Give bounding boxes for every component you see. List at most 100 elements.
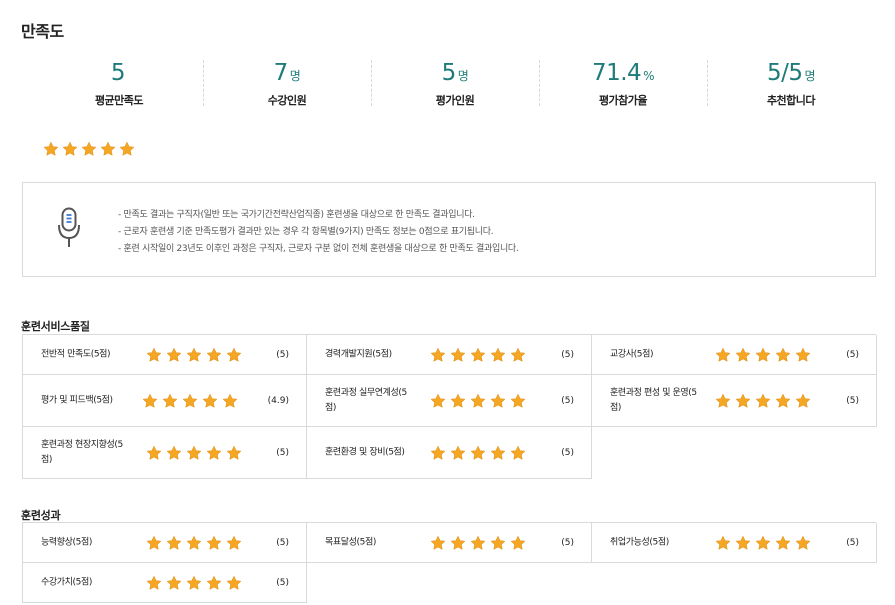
star-icon — [206, 535, 222, 551]
star-icon — [470, 393, 486, 409]
stat-unit: % — [643, 69, 655, 83]
rating-item: 능력향상(5점) (5) — [23, 523, 307, 563]
star-icon — [226, 575, 242, 591]
star-icon — [450, 445, 466, 461]
stat-label: 평균만족도 — [94, 94, 144, 107]
star-icon — [62, 141, 78, 157]
notice-line: - 만족도 결과는 구직자(일반 또는 국가기간전략산업직종) 훈련생을 대상으… — [118, 210, 475, 220]
star-rating — [142, 393, 242, 409]
star-icon — [510, 347, 526, 363]
star-icon — [186, 445, 202, 461]
stat-value: 5/5 — [766, 60, 803, 86]
rating-item-label: 전반적 만족도(5점) — [41, 349, 111, 359]
rating-item: 수강가치(5점) (5) — [23, 563, 307, 603]
star-icon — [510, 535, 526, 551]
outcomes-grid: 능력향상(5점) (5) 목표달성(5점) (5) 취업가능성(5점) (5) … — [22, 522, 877, 603]
rating-item-label: 훈련환경 및 장비(5점) — [325, 447, 405, 457]
section-title-outcomes: 훈련성과 — [21, 509, 61, 522]
star-rating — [146, 535, 246, 551]
overall-star-rating — [43, 141, 138, 157]
rating-item-score: (5) — [276, 349, 289, 360]
rating-item-label: 능력향상(5점) — [41, 537, 92, 547]
star-icon — [450, 535, 466, 551]
star-icon — [430, 535, 446, 551]
empty-cell — [307, 563, 592, 603]
star-icon — [206, 445, 222, 461]
star-icon — [715, 535, 731, 551]
star-icon — [430, 393, 446, 409]
rating-item: 목표달성(5점) (5) — [307, 523, 592, 563]
stat-value: 5 — [110, 60, 126, 86]
empty-cell — [592, 563, 877, 603]
star-icon — [226, 445, 242, 461]
rating-item: 교강사(5점) (5) — [592, 335, 877, 375]
rating-item-score: (4.9) — [267, 395, 289, 406]
page-title: 만족도 — [21, 22, 64, 41]
service-quality-grid: 전반적 만족도(5점) (5) 경력개발지원(5점) (5) 교강사(5점) (… — [22, 334, 877, 479]
stat-recommend: 5/5 명 추천합니다 — [707, 58, 875, 108]
empty-cell — [592, 427, 877, 479]
star-icon — [226, 347, 242, 363]
star-icon — [43, 141, 59, 157]
star-icon — [755, 535, 771, 551]
star-icon — [755, 393, 771, 409]
rating-item-score: (5) — [276, 447, 289, 458]
star-rating — [146, 575, 246, 591]
stat-label: 평가인원 — [435, 94, 475, 107]
notice-box: - 만족도 결과는 구직자(일반 또는 국가기간전략산업직종) 훈련생을 대상으… — [22, 182, 876, 277]
star-icon — [755, 347, 771, 363]
rating-item-score: (5) — [276, 577, 289, 588]
star-icon — [186, 347, 202, 363]
rating-item-label: 평가 및 피드백(5점) — [41, 395, 113, 405]
section-title-service-quality: 훈련서비스품질 — [21, 320, 90, 333]
star-icon — [490, 347, 506, 363]
stat-value: 71.4 — [591, 60, 642, 86]
star-icon — [735, 535, 751, 551]
stat-value: 5 — [441, 60, 457, 86]
star-icon — [166, 445, 182, 461]
rating-item-score: (5) — [561, 395, 574, 406]
rating-item: 훈련환경 및 장비(5점) (5) — [307, 427, 592, 479]
star-icon — [470, 445, 486, 461]
rating-item: 훈련과정 현장지향성(5점) (5) — [23, 427, 307, 479]
rating-item-score: (5) — [846, 395, 859, 406]
star-icon — [735, 347, 751, 363]
star-icon — [119, 141, 135, 157]
star-rating — [715, 347, 815, 363]
rating-item-score: (5) — [561, 537, 574, 548]
star-icon — [166, 535, 182, 551]
star-icon — [795, 535, 811, 551]
star-icon — [100, 141, 116, 157]
rating-item-label: 취업가능성(5점) — [610, 537, 669, 547]
star-icon — [146, 445, 162, 461]
star-icon — [795, 347, 811, 363]
star-icon — [162, 393, 178, 409]
stat-label: 평가참가율 — [598, 94, 648, 107]
star-rating — [715, 393, 815, 409]
rating-item-label: 경력개발지원(5점) — [325, 349, 392, 359]
star-icon — [735, 393, 751, 409]
rating-item-label: 목표달성(5점) — [325, 537, 376, 547]
star-rating — [430, 347, 530, 363]
star-icon — [470, 535, 486, 551]
rating-item-label: 훈련과정 편성 및 운영(5점) — [610, 387, 697, 413]
stat-unit: 명 — [457, 69, 469, 83]
notice-text: - 만족도 결과는 구직자(일반 또는 국가기간전략산업직종) 훈련생을 대상으… — [118, 207, 519, 258]
rating-item-score: (5) — [846, 349, 859, 360]
star-icon — [166, 347, 182, 363]
star-rating — [430, 535, 530, 551]
rating-item-label: 교강사(5점) — [610, 349, 654, 359]
rating-item: 훈련과정 실무연계성(5점) (5) — [307, 375, 592, 427]
star-icon — [775, 347, 791, 363]
star-icon — [226, 535, 242, 551]
star-icon — [222, 393, 238, 409]
rating-item-score: (5) — [276, 537, 289, 548]
star-icon — [795, 393, 811, 409]
rating-item: 취업가능성(5점) (5) — [592, 523, 877, 563]
rating-item-label: 수강가치(5점) — [41, 577, 92, 587]
star-rating — [146, 347, 246, 363]
star-rating — [430, 445, 530, 461]
star-icon — [142, 393, 158, 409]
star-icon — [166, 575, 182, 591]
star-icon — [775, 535, 791, 551]
